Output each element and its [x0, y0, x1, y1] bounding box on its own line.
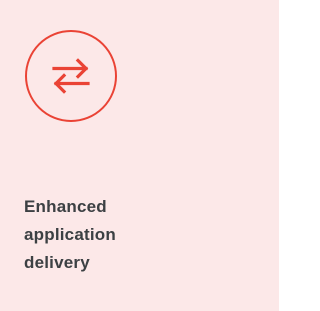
feature-title-line-2: application [24, 225, 116, 244]
feature-title: Enhanced application delivery [24, 193, 254, 277]
feature-title-line-1: Enhanced [24, 197, 107, 216]
swap-arrows-icon [25, 30, 117, 122]
feature-title-line-3: delivery [24, 253, 90, 272]
feature-card: Enhanced application delivery [0, 0, 280, 311]
